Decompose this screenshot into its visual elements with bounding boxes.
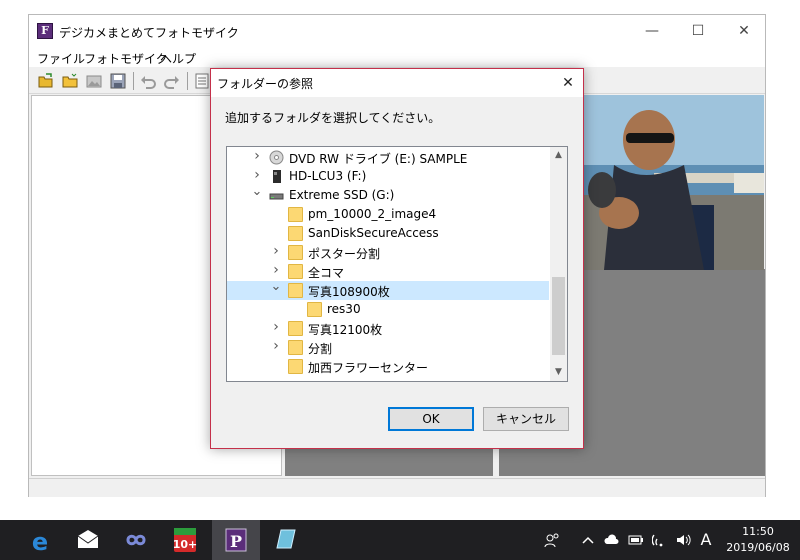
window-title: デジカメまとめてフォトモザイク — [59, 26, 239, 40]
tree-node[interactable]: res30 — [227, 300, 549, 319]
tree-node-label: Extreme SSD (G:) — [289, 188, 395, 202]
folder-icon — [288, 264, 303, 279]
folder-icon — [288, 207, 303, 222]
tree-node-label: HD-LCU3 (F:) — [289, 169, 367, 183]
redo-icon[interactable] — [163, 72, 181, 90]
chevron-up-icon[interactable] — [580, 532, 596, 548]
title-bar[interactable]: F デジカメまとめてフォトモザイク — ☐ ✕ — [29, 15, 765, 47]
tree-node-label: 写真12100枚 — [308, 323, 383, 337]
tree-node-label: ポスター分割 — [308, 247, 381, 261]
app-icon[interactable]: F — [37, 23, 53, 39]
tree-node[interactable]: › 写真12100枚 — [227, 319, 549, 338]
tree-node[interactable]: pm_10000_2_image4 — [227, 205, 549, 224]
toolbar-separator — [133, 72, 134, 90]
folder-icon — [288, 226, 303, 241]
folder-tree[interactable]: 加西フラワーセンター › 分割 › 写真12100枚 res30 ⌄ 写真108900枚 › 全コ… — [226, 146, 568, 382]
ok-button[interactable]: OK — [388, 407, 474, 431]
chevron-right-icon[interactable]: › — [270, 262, 282, 278]
folder-icon — [288, 340, 303, 355]
tree-node[interactable]: › 全コマ — [227, 262, 549, 281]
tree-node[interactable]: ⌄ Extreme SSD (G:) — [227, 184, 549, 205]
tree-node-label: 全コマ — [308, 266, 345, 280]
volume-icon[interactable] — [675, 532, 691, 548]
open-folder-icon[interactable] — [37, 72, 55, 90]
folder-icon — [288, 245, 303, 260]
chevron-right-icon[interactable]: › — [251, 148, 263, 164]
tree-node-label: DVD RW ドライブ (E:) SAMPLE — [289, 152, 468, 166]
folder-icon — [288, 359, 303, 374]
undo-icon[interactable] — [139, 72, 157, 90]
preview-photo — [584, 95, 764, 270]
image-icon[interactable] — [85, 72, 103, 90]
clock-time: 11:50 — [742, 525, 774, 538]
chevron-right-icon[interactable]: › — [270, 243, 282, 259]
dialog-title: フォルダーの参照 — [217, 77, 314, 91]
scroll-up-icon[interactable]: ▲ — [550, 147, 567, 164]
tree-scrollbar[interactable]: ▲ ▼ — [550, 147, 567, 381]
tree-node-label: 加西フラワーセンター — [308, 361, 429, 375]
folder-icon — [288, 283, 303, 298]
maximize-button[interactable]: ☐ — [675, 15, 721, 47]
calendar-badge: 10+ — [173, 538, 198, 551]
dvd-drive-icon — [269, 150, 284, 165]
cloud-icon[interactable] — [604, 532, 620, 548]
menu-file[interactable]: ファイル — [37, 50, 85, 67]
tree-node-label: res30 — [327, 302, 361, 316]
taskbar: e 10+ P A 11:50 2019/06/08 — [0, 520, 800, 560]
folder-icon[interactable] — [61, 72, 79, 90]
tree-node[interactable]: 加西フラワーセンター — [227, 357, 549, 376]
cancel-button[interactable]: キャンセル — [483, 407, 569, 431]
scroll-thumb[interactable] — [552, 277, 565, 355]
dialog-instruction: 追加するフォルダを選択してください。 — [225, 111, 441, 125]
scroll-down-icon[interactable]: ▼ — [550, 364, 567, 381]
folder-icon — [288, 321, 303, 336]
chevron-right-icon[interactable]: › — [270, 319, 282, 335]
browse-folder-dialog: フォルダーの参照 ✕ 追加するフォルダを選択してください。 加西フラワーセンター… — [210, 68, 584, 449]
tree-node-label: pm_10000_2_image4 — [308, 207, 437, 221]
ime-indicator[interactable]: A — [698, 532, 714, 548]
status-bar — [29, 478, 765, 497]
chevron-down-icon[interactable]: ⌄ — [270, 279, 282, 294]
tree-node[interactable]: › 分割 — [227, 338, 549, 357]
menu-bar: ファイル フォトモザイク ヘルプ — [29, 47, 765, 67]
menu-photomosaic[interactable]: フォトモザイク — [84, 50, 168, 67]
tree-node[interactable]: › HD-LCU3 (F:) — [227, 167, 549, 186]
tree-node[interactable]: › ポスター分割 — [227, 243, 549, 262]
edge-icon[interactable]: e — [16, 520, 64, 560]
tree-node[interactable]: SanDiskSecureAccess — [227, 224, 549, 243]
chevron-down-icon[interactable]: ⌄ — [251, 184, 263, 199]
svg-text:e: e — [32, 528, 48, 556]
close-button[interactable]: ✕ — [721, 15, 767, 47]
clock-date: 2019/06/08 — [726, 541, 790, 554]
tree-node-label: SanDiskSecureAccess — [308, 226, 439, 240]
minimize-button[interactable]: — — [629, 15, 675, 47]
mail-icon[interactable] — [64, 520, 112, 560]
dialog-close-button[interactable]: ✕ — [553, 69, 583, 97]
save-icon[interactable] — [109, 72, 127, 90]
clock[interactable]: 11:50 2019/06/08 — [724, 524, 792, 556]
battery-icon[interactable] — [628, 532, 644, 548]
app-letter: P — [230, 532, 242, 551]
tree-node-label: 写真108900枚 — [308, 285, 390, 299]
list-icon[interactable] — [193, 72, 211, 90]
menu-help[interactable]: ヘルプ — [160, 50, 196, 67]
tree-node-label: 分割 — [308, 342, 333, 356]
wifi-icon[interactable] — [652, 532, 668, 548]
infinity-app-icon[interactable] — [112, 520, 160, 560]
note-app-icon[interactable] — [262, 520, 310, 560]
folder-icon — [307, 302, 322, 317]
calendar-10plus-icon[interactable]: 10+ — [162, 520, 210, 560]
tree-node[interactable]: › DVD RW ドライブ (E:) SAMPLE — [227, 148, 549, 167]
photomosaic-app-icon[interactable]: P — [212, 520, 260, 560]
dialog-title-bar[interactable]: フォルダーの参照 ✕ — [211, 69, 583, 97]
toolbar-separator — [187, 72, 188, 90]
ssd-drive-icon — [269, 188, 284, 203]
usb-drive-icon — [269, 169, 284, 184]
people-icon[interactable] — [544, 532, 560, 548]
chevron-right-icon[interactable]: › — [251, 167, 263, 183]
chevron-right-icon[interactable]: › — [270, 338, 282, 354]
tree-node[interactable]: ⌄ 写真108900枚 — [227, 279, 549, 300]
